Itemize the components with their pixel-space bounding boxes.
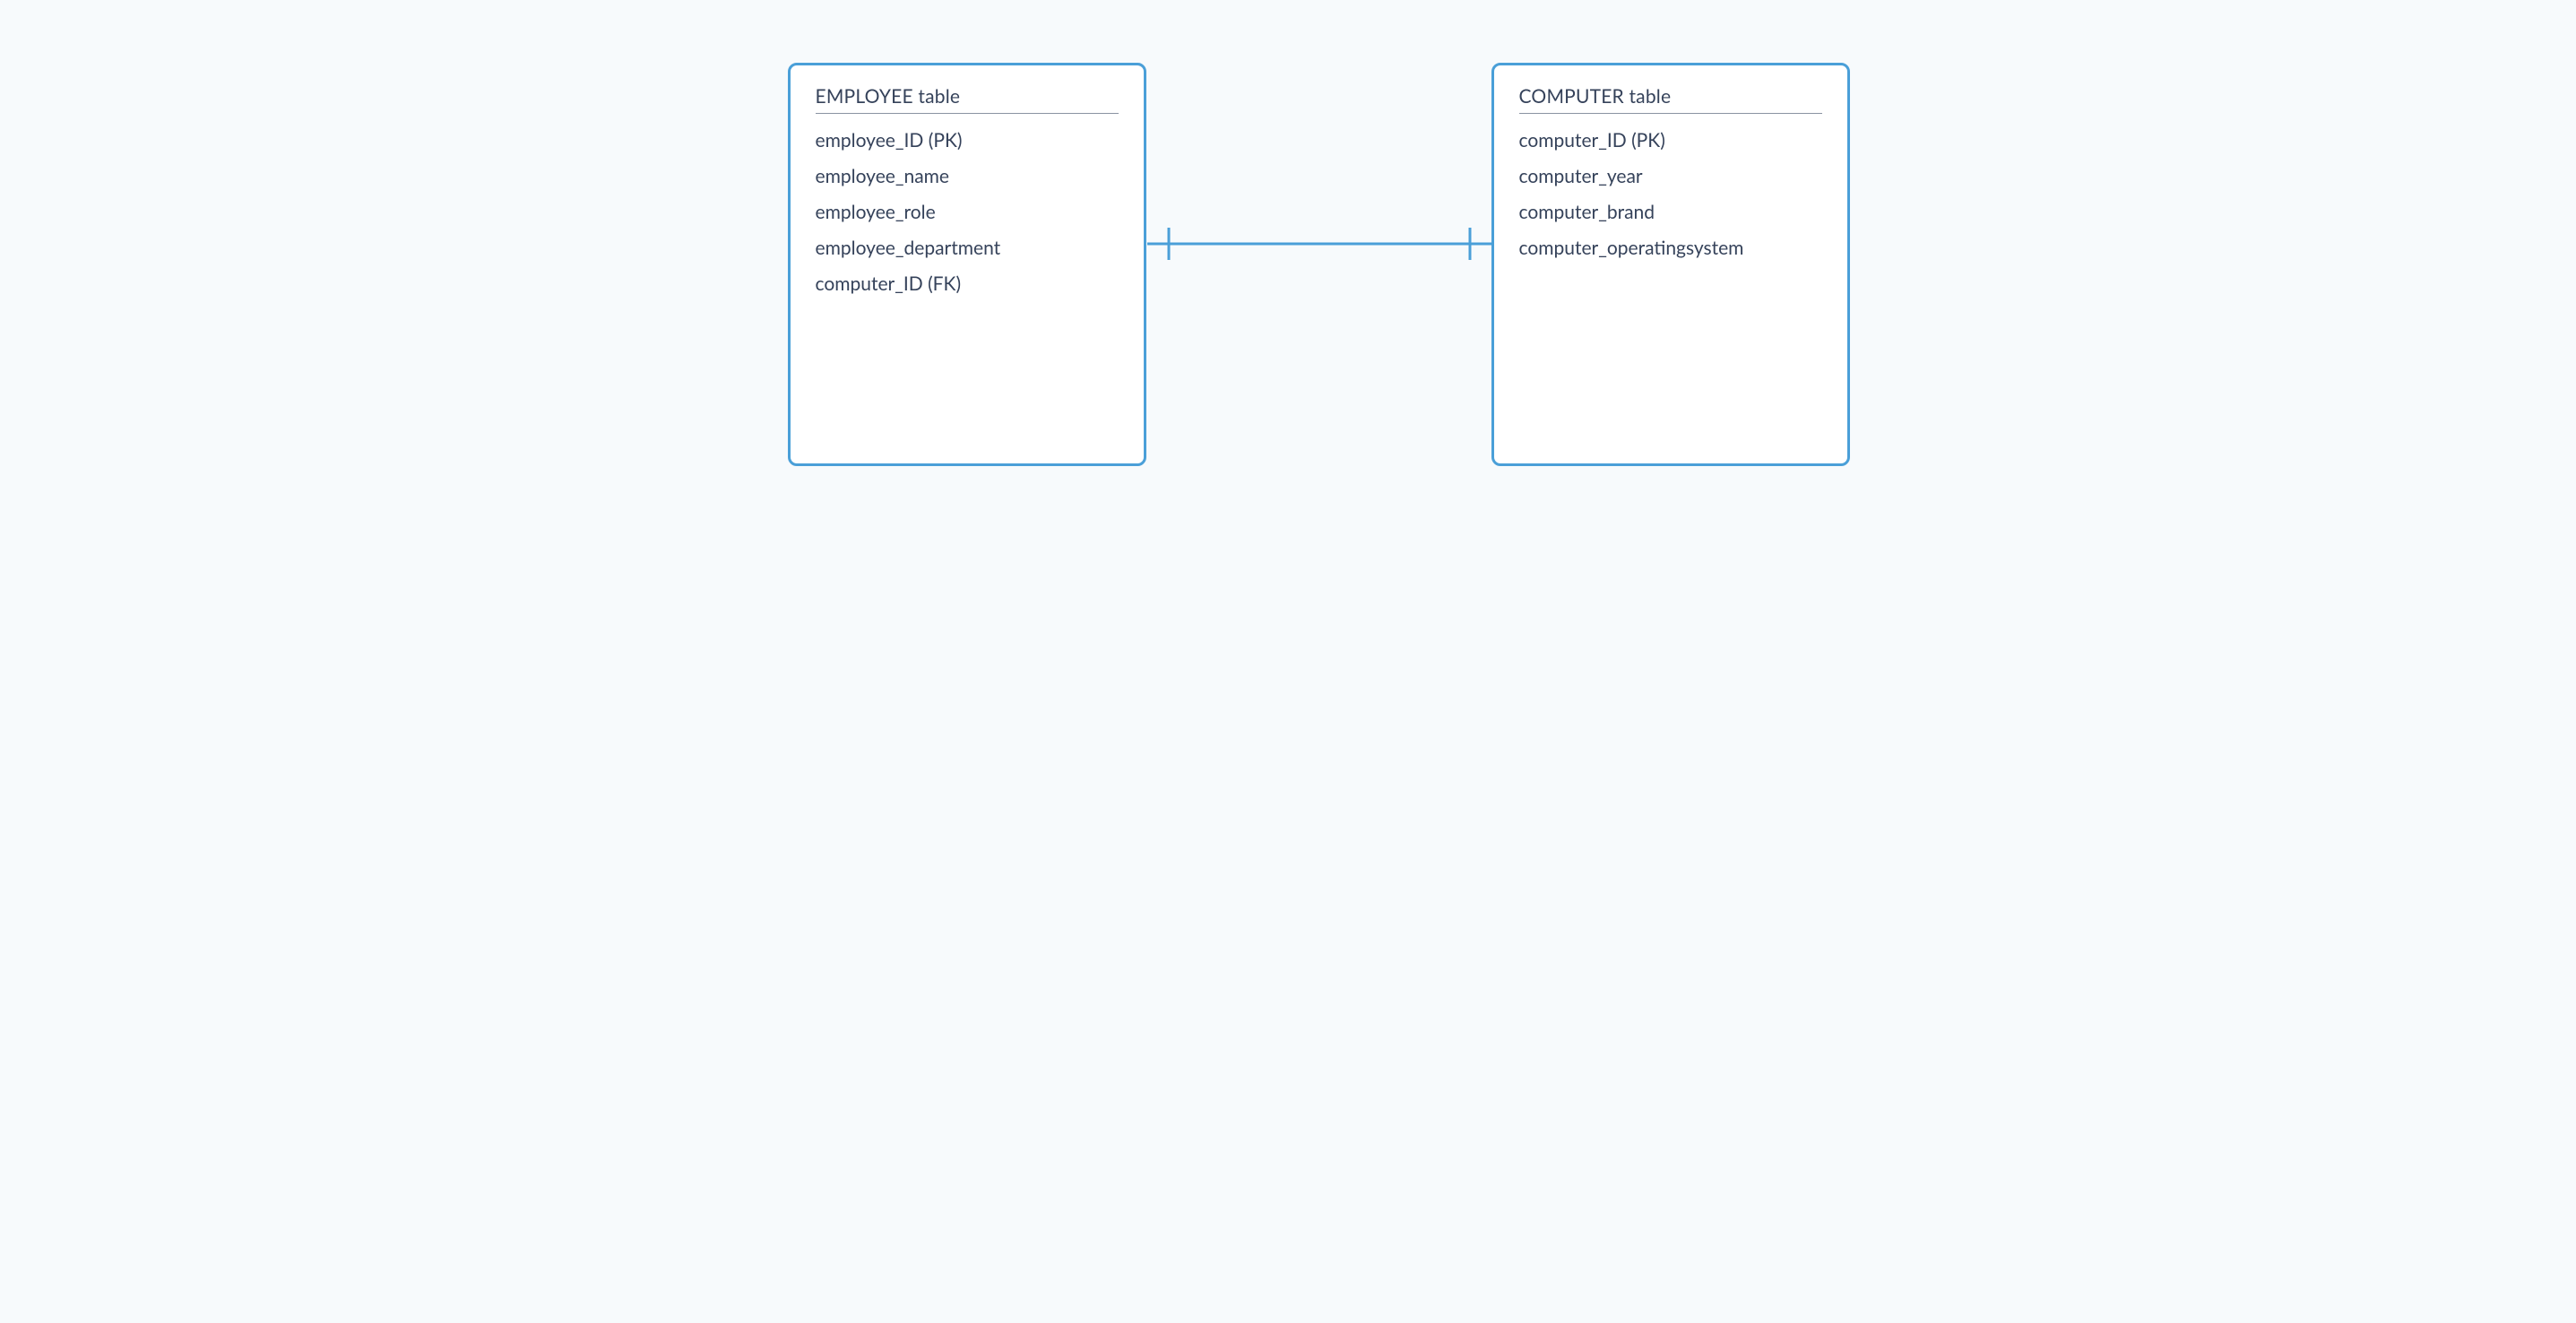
field-item: computer_ID (FK) <box>816 266 1119 302</box>
field-item: computer_brand <box>1519 195 1822 230</box>
er-diagram-canvas: EMPLOYEE table employee_ID (PK) employee… <box>644 0 1932 662</box>
relationship-connector-one-to-one <box>1147 224 1491 264</box>
field-item: employee_name <box>816 159 1119 195</box>
field-item: computer_ID (PK) <box>1519 123 1822 159</box>
entity-computer-title: COMPUTER table <box>1519 85 1822 114</box>
entity-computer: COMPUTER table computer_ID (PK) computer… <box>1491 63 1850 466</box>
field-item: employee_role <box>816 195 1119 230</box>
field-item: employee_ID (PK) <box>816 123 1119 159</box>
entity-computer-fields: computer_ID (PK) computer_year computer_… <box>1519 123 1822 266</box>
field-item: computer_year <box>1519 159 1822 195</box>
entity-employee-title: EMPLOYEE table <box>816 85 1119 114</box>
entity-employee: EMPLOYEE table employee_ID (PK) employee… <box>788 63 1146 466</box>
field-item: computer_operatingsystem <box>1519 230 1822 266</box>
field-item: employee_department <box>816 230 1119 266</box>
entity-employee-fields: employee_ID (PK) employee_name employee_… <box>816 123 1119 301</box>
